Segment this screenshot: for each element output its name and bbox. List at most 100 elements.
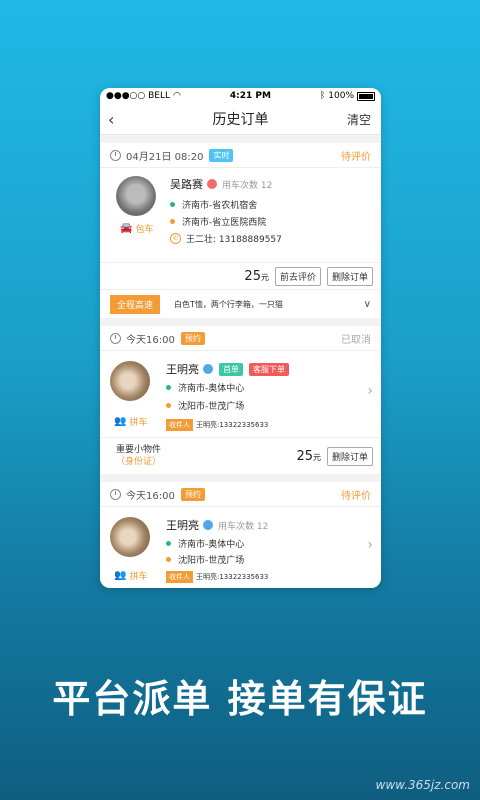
item-info: 重要小物件 （身份证） bbox=[116, 444, 161, 468]
extra-note: 白色T恤，两个行李箱，一只猫 bbox=[174, 299, 283, 309]
order-card[interactable]: 今天16:00 预约 待评价 👥 拼车 王明亮 用车次数 12 济南市-奥体中心 … bbox=[100, 482, 381, 588]
contact: ✆ 王二壮: 13188889557 bbox=[170, 232, 282, 245]
end-dot-icon bbox=[166, 557, 171, 562]
from-address: 济南市-省农机宿舍 bbox=[170, 198, 257, 211]
page-title: 历史订单 bbox=[212, 112, 269, 128]
from-label: 济南市-奥体中心 bbox=[178, 384, 245, 394]
order-card[interactable]: 今天16:00 预约 已取消 👥 拼车 王明亮 首单 客服下单 济南市-奥体中心 … bbox=[100, 326, 381, 474]
clock-icon bbox=[110, 488, 121, 500]
order-datetime: 今天16:00 bbox=[126, 490, 175, 502]
people-icon: 👥 bbox=[114, 570, 127, 581]
order-status: 已取消 bbox=[341, 334, 371, 346]
chevron-right-icon[interactable]: › bbox=[367, 383, 373, 399]
recipient-label: 王明亮:13322335633 bbox=[196, 573, 269, 581]
price-value: 25 bbox=[244, 268, 261, 284]
from-address: 济南市-奥体中心 bbox=[166, 381, 244, 394]
to-label: 济南市-省立医院西院 bbox=[182, 218, 267, 228]
car-type: 👥 拼车 bbox=[114, 569, 147, 582]
driver-name-row: 吴路赛 用车次数 12 bbox=[170, 176, 272, 192]
carrier-label: ●●●○○ BELL bbox=[106, 91, 171, 101]
order-type-tag: 预约 bbox=[180, 331, 205, 345]
delete-order-button[interactable]: 删除订单 bbox=[326, 446, 373, 466]
status-bar: ●●●○○ BELL ◠ 4:21 PM ᛒ 100% bbox=[100, 88, 381, 104]
driver-name-row: 王明亮 用车次数 12 bbox=[166, 517, 268, 533]
driver-name: 王明亮 bbox=[166, 519, 199, 532]
chevron-right-icon[interactable]: › bbox=[367, 537, 373, 553]
clock-label: 4:21 PM bbox=[229, 91, 271, 101]
order-datetime: 04月21日 08:20 bbox=[126, 151, 204, 163]
avatar bbox=[110, 517, 150, 557]
order-header: 今天16:00 预约 待评价 bbox=[100, 482, 381, 507]
wifi-icon: ◠ bbox=[173, 91, 181, 101]
order-body: 🚘 包车 吴路赛 用车次数 12 济南市-省农机宿舍 济南市-省立医院西院 ✆ 王二… bbox=[100, 168, 381, 254]
order-card[interactable]: 04月21日 08:20 实时 待评价 🚘 包车 吴路赛 用车次数 12 济南市-… bbox=[100, 143, 381, 318]
order-status: 待评价 bbox=[341, 490, 371, 502]
order-datetime: 今天16:00 bbox=[126, 334, 175, 346]
start-dot-icon bbox=[166, 385, 171, 390]
item-label: 重要小物件 bbox=[116, 445, 162, 455]
start-dot-icon bbox=[170, 202, 175, 207]
route-tag: 全程高速 bbox=[110, 294, 161, 314]
end-dot-icon bbox=[166, 403, 171, 408]
battery-label: 100% bbox=[328, 91, 354, 101]
price-value: 25 bbox=[296, 448, 313, 464]
from-label: 济南市-省农机宿舍 bbox=[182, 201, 258, 211]
battery-icon bbox=[357, 91, 375, 101]
phone-icon: ✆ bbox=[170, 233, 181, 244]
price-unit: 元 bbox=[260, 272, 269, 282]
car-type-label: 拼车 bbox=[129, 418, 148, 428]
extra-info-row[interactable]: 全程高速 白色T恤，两个行李箱，一只猫 ∨ bbox=[100, 289, 381, 318]
people-icon: 👥 bbox=[114, 416, 127, 427]
to-address: 济南市-省立医院西院 bbox=[170, 215, 266, 228]
first-order-tag: 首单 bbox=[219, 362, 243, 376]
driver-name-row: 王明亮 首单 客服下单 bbox=[166, 361, 289, 377]
car-icon: 🚘 bbox=[120, 223, 133, 234]
to-label: 沈阳市-世茂广场 bbox=[178, 556, 245, 566]
order-type-tag: 预约 bbox=[180, 487, 205, 501]
nav-bar: ‹ 历史订单 清空 bbox=[100, 104, 381, 135]
avatar bbox=[110, 361, 150, 401]
car-type-label: 拼车 bbox=[129, 572, 148, 582]
recipient: 收件人 王明亮:13322335633 bbox=[166, 571, 268, 583]
from-address: 济南市-奥体中心 bbox=[166, 537, 244, 550]
order-header: 今天16:00 预约 已取消 bbox=[100, 326, 381, 351]
order-status: 待评价 bbox=[341, 151, 371, 163]
delete-order-button[interactable]: 删除订单 bbox=[326, 266, 373, 286]
driver-name: 吴路赛 bbox=[170, 178, 203, 191]
price-row: 25元 前去评价 删除订单 bbox=[100, 262, 381, 289]
ride-count: 用车次数 12 bbox=[222, 180, 273, 191]
order-header: 04月21日 08:20 实时 待评价 bbox=[100, 143, 381, 168]
to-address: 沈阳市-世茂广场 bbox=[166, 399, 244, 412]
end-dot-icon bbox=[170, 219, 175, 224]
item-note: （身份证） bbox=[116, 457, 162, 467]
price: 25元 bbox=[296, 449, 321, 464]
recipient-tag: 收件人 bbox=[166, 571, 193, 583]
price-row: 重要小物件 （身份证） 25元 删除订单 bbox=[100, 437, 381, 474]
review-button[interactable]: 前去评价 bbox=[274, 266, 321, 286]
service-order-tag: 客服下单 bbox=[249, 362, 289, 376]
gender-icon bbox=[207, 179, 217, 189]
clock-icon bbox=[110, 332, 121, 344]
order-body: 👥 拼车 王明亮 用车次数 12 济南市-奥体中心 沈阳市-世茂广场 收件人 王明亮… bbox=[100, 507, 381, 588]
order-type-tag: 实时 bbox=[209, 148, 234, 162]
order-body: 👥 拼车 王明亮 首单 客服下单 济南市-奥体中心 沈阳市-世茂广场 收件人 王明亮… bbox=[100, 351, 381, 437]
phone-screen: ●●●○○ BELL ◠ 4:21 PM ᛒ 100% ‹ 历史订单 清空 04月2… bbox=[100, 88, 381, 588]
gender-icon bbox=[203, 520, 213, 530]
clear-button[interactable]: 清空 bbox=[347, 111, 371, 128]
to-address: 沈阳市-世茂广场 bbox=[166, 553, 244, 566]
start-dot-icon bbox=[166, 541, 171, 546]
avatar bbox=[116, 176, 156, 216]
to-label: 沈阳市-世茂广场 bbox=[178, 402, 245, 412]
recipient-tag: 收件人 bbox=[166, 419, 193, 431]
price-unit: 元 bbox=[312, 452, 321, 462]
ride-count: 用车次数 12 bbox=[218, 521, 269, 532]
slogan: 平台派单 接单有保证 bbox=[52, 677, 428, 721]
chevron-down-icon[interactable]: ∨ bbox=[364, 299, 371, 310]
car-type-label: 包车 bbox=[135, 225, 154, 235]
clock-icon bbox=[110, 149, 121, 161]
price: 25元 bbox=[244, 269, 269, 284]
watermark: www.365jz.com bbox=[375, 778, 470, 792]
gender-icon bbox=[203, 364, 213, 374]
bluetooth-icon: ᛒ bbox=[319, 91, 326, 101]
recipient: 收件人 王明亮:13322335633 bbox=[166, 419, 268, 431]
